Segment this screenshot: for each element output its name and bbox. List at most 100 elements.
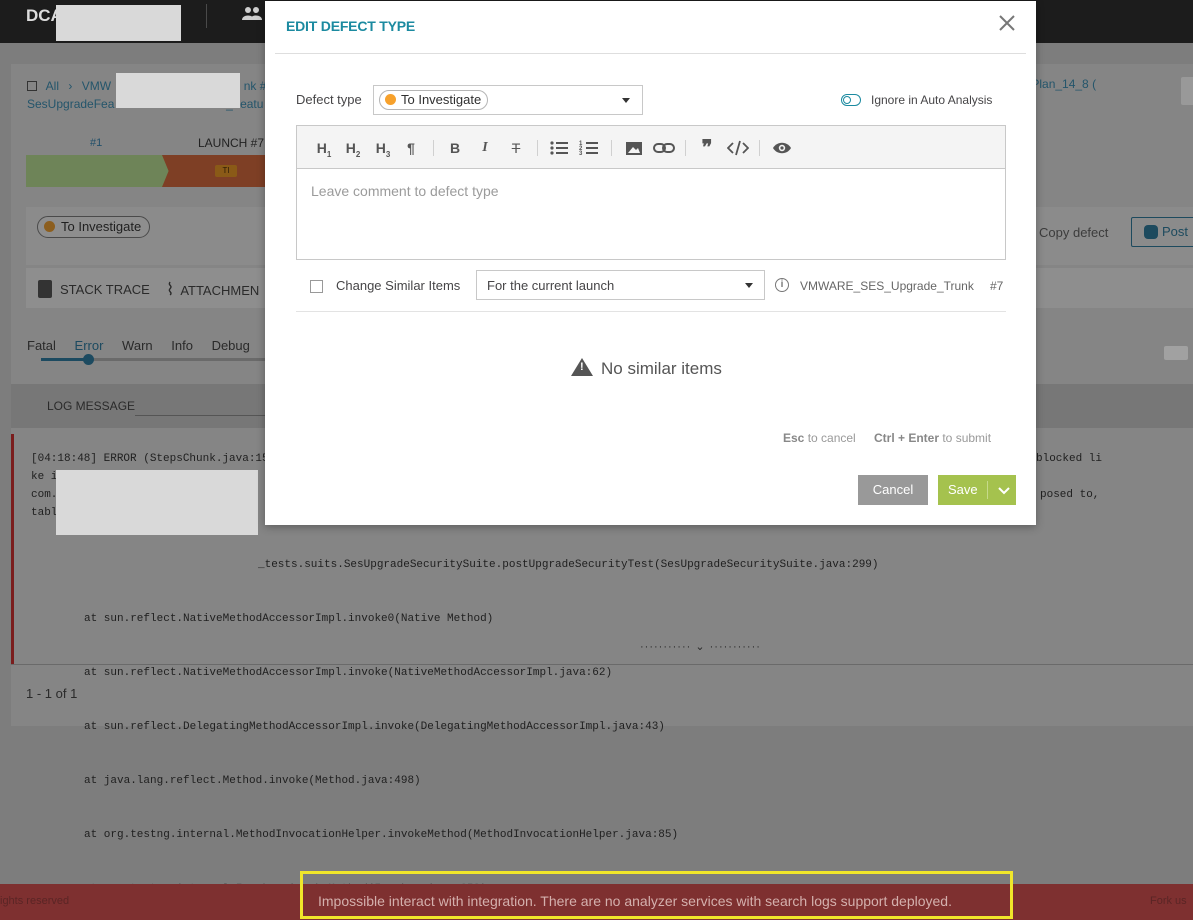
tab-attachments[interactable]: ⌇ ATTACHMEN [166, 280, 259, 300]
log-level-warn[interactable]: Warn [122, 338, 153, 353]
defect-type-chip: To Investigate [379, 90, 489, 110]
history-item-passed[interactable] [26, 155, 171, 187]
svg-text:3: 3 [579, 151, 583, 157]
trace-line: at sun.reflect.DelegatingMethodAccessorI… [84, 721, 665, 733]
collapse-toggle-icon[interactable] [27, 81, 37, 91]
log-level-debug[interactable]: Debug [212, 338, 250, 353]
notification-message: Impossible interact with integration. Th… [318, 893, 952, 909]
scope-value: For the current launch [487, 278, 615, 293]
heading2-icon[interactable]: H2 [343, 137, 363, 159]
defect-type-text: To Investigate [61, 219, 142, 234]
toolbar-divider [537, 140, 538, 156]
expand-log-button[interactable]: ··········· ⌄ ··········· [640, 640, 761, 653]
modal-title: EDIT DEFECT TYPE [286, 18, 416, 34]
chevron-down-icon[interactable] [994, 475, 1014, 505]
comment-textarea[interactable]: Leave comment to defect type [311, 183, 499, 199]
change-similar-label[interactable]: Change Similar Items [336, 278, 460, 293]
divider [296, 311, 1006, 312]
paragraph-icon[interactable]: ¶ [403, 137, 419, 159]
link-icon[interactable] [653, 137, 675, 159]
divider [275, 53, 1026, 54]
side-panel-button[interactable] [1181, 77, 1193, 105]
log-level-fatal[interactable]: Fatal [27, 338, 56, 353]
trace-line: at sun.reflect.NativeMethodAccessorImpl.… [84, 613, 494, 625]
topbar-divider [206, 4, 207, 28]
edit-defect-modal: EDIT DEFECT TYPE Defect type To Investig… [265, 1, 1036, 525]
log-line: [04:18:48] ERROR (StepsChunk.java:15 [31, 453, 269, 465]
ignore-aa-toggle[interactable] [841, 94, 861, 106]
hint-esc: Esc to cancel [783, 431, 856, 445]
log-level-slider-handle[interactable] [83, 354, 94, 365]
breadcrumb-all[interactable]: All [46, 79, 59, 93]
log-message-header: LOG MESSAGE [47, 399, 136, 413]
heading3-icon[interactable]: H3 [373, 137, 393, 159]
preview-eye-icon[interactable] [772, 137, 792, 159]
heading1-icon[interactable]: H1 [314, 137, 334, 159]
footer-fork-link[interactable]: Fork us [1150, 895, 1187, 907]
warning-icon [571, 358, 593, 376]
log-level-slider-fill [41, 358, 89, 361]
strikethrough-icon[interactable]: T [507, 137, 525, 159]
history-item-label[interactable]: #1 [90, 137, 102, 149]
chevron-down-icon [745, 283, 753, 288]
change-similar-checkbox[interactable] [310, 280, 323, 293]
log-filter-input[interactable] [135, 415, 275, 416]
trace-line: at java.lang.reflect.Method.invoke(Metho… [84, 775, 421, 787]
footer-copyright: ights reserved [0, 895, 70, 907]
hint-text: to cancel [804, 431, 856, 445]
save-label: Save [948, 482, 978, 497]
log-level-info[interactable]: Info [171, 338, 193, 353]
trace-line: at org.testng.internal.MethodInvocationH… [84, 829, 679, 841]
italic-icon[interactable]: I [477, 137, 493, 159]
copy-defect-button[interactable]: Copy defect [1039, 225, 1108, 240]
divider [11, 664, 1193, 665]
post-issue-button[interactable]: Post [1131, 217, 1193, 247]
chevron-down-icon [622, 98, 630, 103]
stack-trace-text: _tests.suits.SesUpgradeSecuritySuite.pos… [84, 520, 879, 916]
hint-key: Esc [783, 431, 805, 445]
defect-type-value: To Investigate [401, 92, 482, 107]
empty-state: No similar items [571, 358, 722, 379]
quote-icon[interactable]: ❞ [697, 137, 717, 159]
launch-name: VMWARE_SES_Upgrade_Trunk [800, 279, 974, 293]
hint-submit: Ctrl + Enter to submit [874, 431, 991, 445]
breadcrumb-item[interactable]: nk # [244, 79, 267, 93]
bullet-list-icon[interactable] [549, 137, 569, 159]
tab-label: ATTACHMEN [180, 283, 260, 298]
close-icon[interactable] [996, 12, 1018, 34]
breadcrumb-separator-icon: › [68, 79, 73, 93]
bold-icon[interactable]: B [447, 137, 463, 159]
history-launch-label: LAUNCH #7 [198, 136, 265, 150]
defect-color-dot [44, 221, 55, 232]
clipboard-icon [38, 280, 52, 298]
similar-scope-select[interactable]: For the current launch [476, 270, 765, 300]
ignore-aa-label: Ignore in Auto Analysis [871, 93, 993, 107]
markdown-icon[interactable] [1164, 346, 1188, 360]
breadcrumb-item[interactable]: VMW [82, 79, 111, 93]
info-icon[interactable]: i [775, 278, 789, 292]
code-icon[interactable] [727, 137, 749, 159]
image-icon[interactable] [625, 137, 643, 159]
toolbar-divider [611, 140, 612, 156]
log-line: posed to, [1040, 489, 1100, 501]
split-divider [987, 481, 988, 499]
log-level-error[interactable]: Error [75, 338, 104, 353]
bug-icon [1144, 225, 1158, 239]
users-icon[interactable] [242, 6, 262, 20]
defect-type-select[interactable]: To Investigate [373, 85, 643, 115]
hint-text: to submit [939, 431, 992, 445]
pagination-info: 1 - 1 of 1 [26, 686, 78, 701]
toolbar-divider [433, 140, 434, 156]
breadcrumb-item[interactable]: SesUpgradeFea [27, 97, 114, 111]
save-button[interactable]: Save [938, 475, 1016, 505]
trace-line: _tests.suits.SesUpgradeSecuritySuite.pos… [258, 559, 879, 571]
redacted-block [56, 5, 181, 41]
redacted-block [116, 73, 240, 108]
numbered-list-icon[interactable]: 1 2 3 [579, 137, 599, 159]
paperclip-icon: ⌇ [166, 280, 175, 299]
editor-toolbar: H1 H2 H3 ¶ B I T 1 2 3 ❞ [297, 126, 1005, 169]
cancel-button[interactable]: Cancel [858, 475, 928, 505]
tab-stack-trace[interactable]: STACK TRACE [38, 280, 150, 298]
comment-editor: H1 H2 H3 ¶ B I T 1 2 3 ❞ Leave comment t… [296, 125, 1006, 260]
defect-type-chip[interactable]: To Investigate [37, 216, 151, 238]
